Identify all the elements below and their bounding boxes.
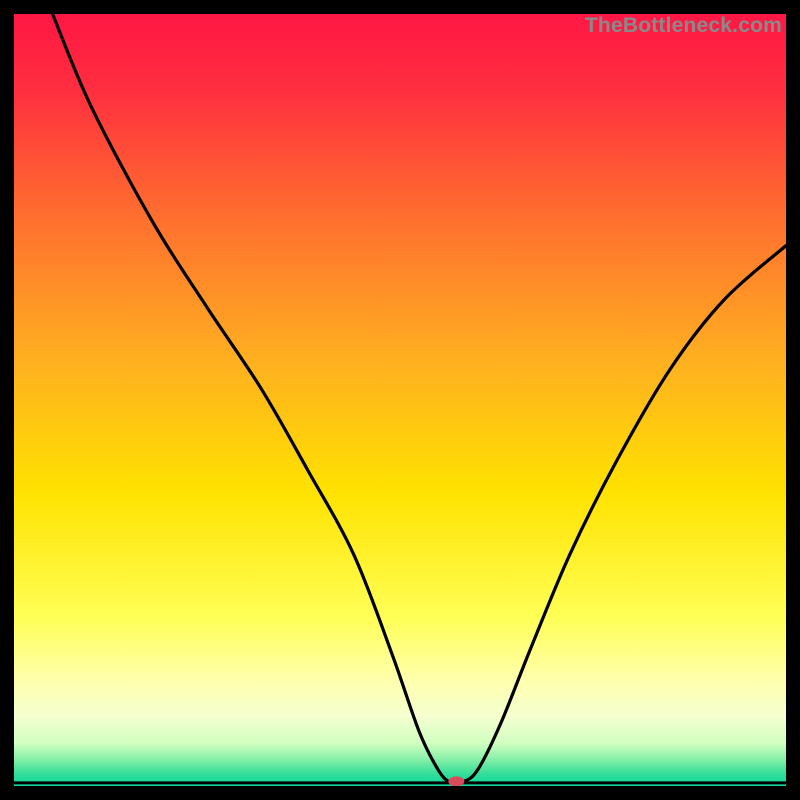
chart-frame: TheBottleneck.com xyxy=(14,14,786,786)
watermark-text: TheBottleneck.com xyxy=(585,14,782,38)
bottleneck-chart xyxy=(14,14,786,786)
gradient-background xyxy=(14,14,786,786)
optimum-marker xyxy=(448,776,464,786)
